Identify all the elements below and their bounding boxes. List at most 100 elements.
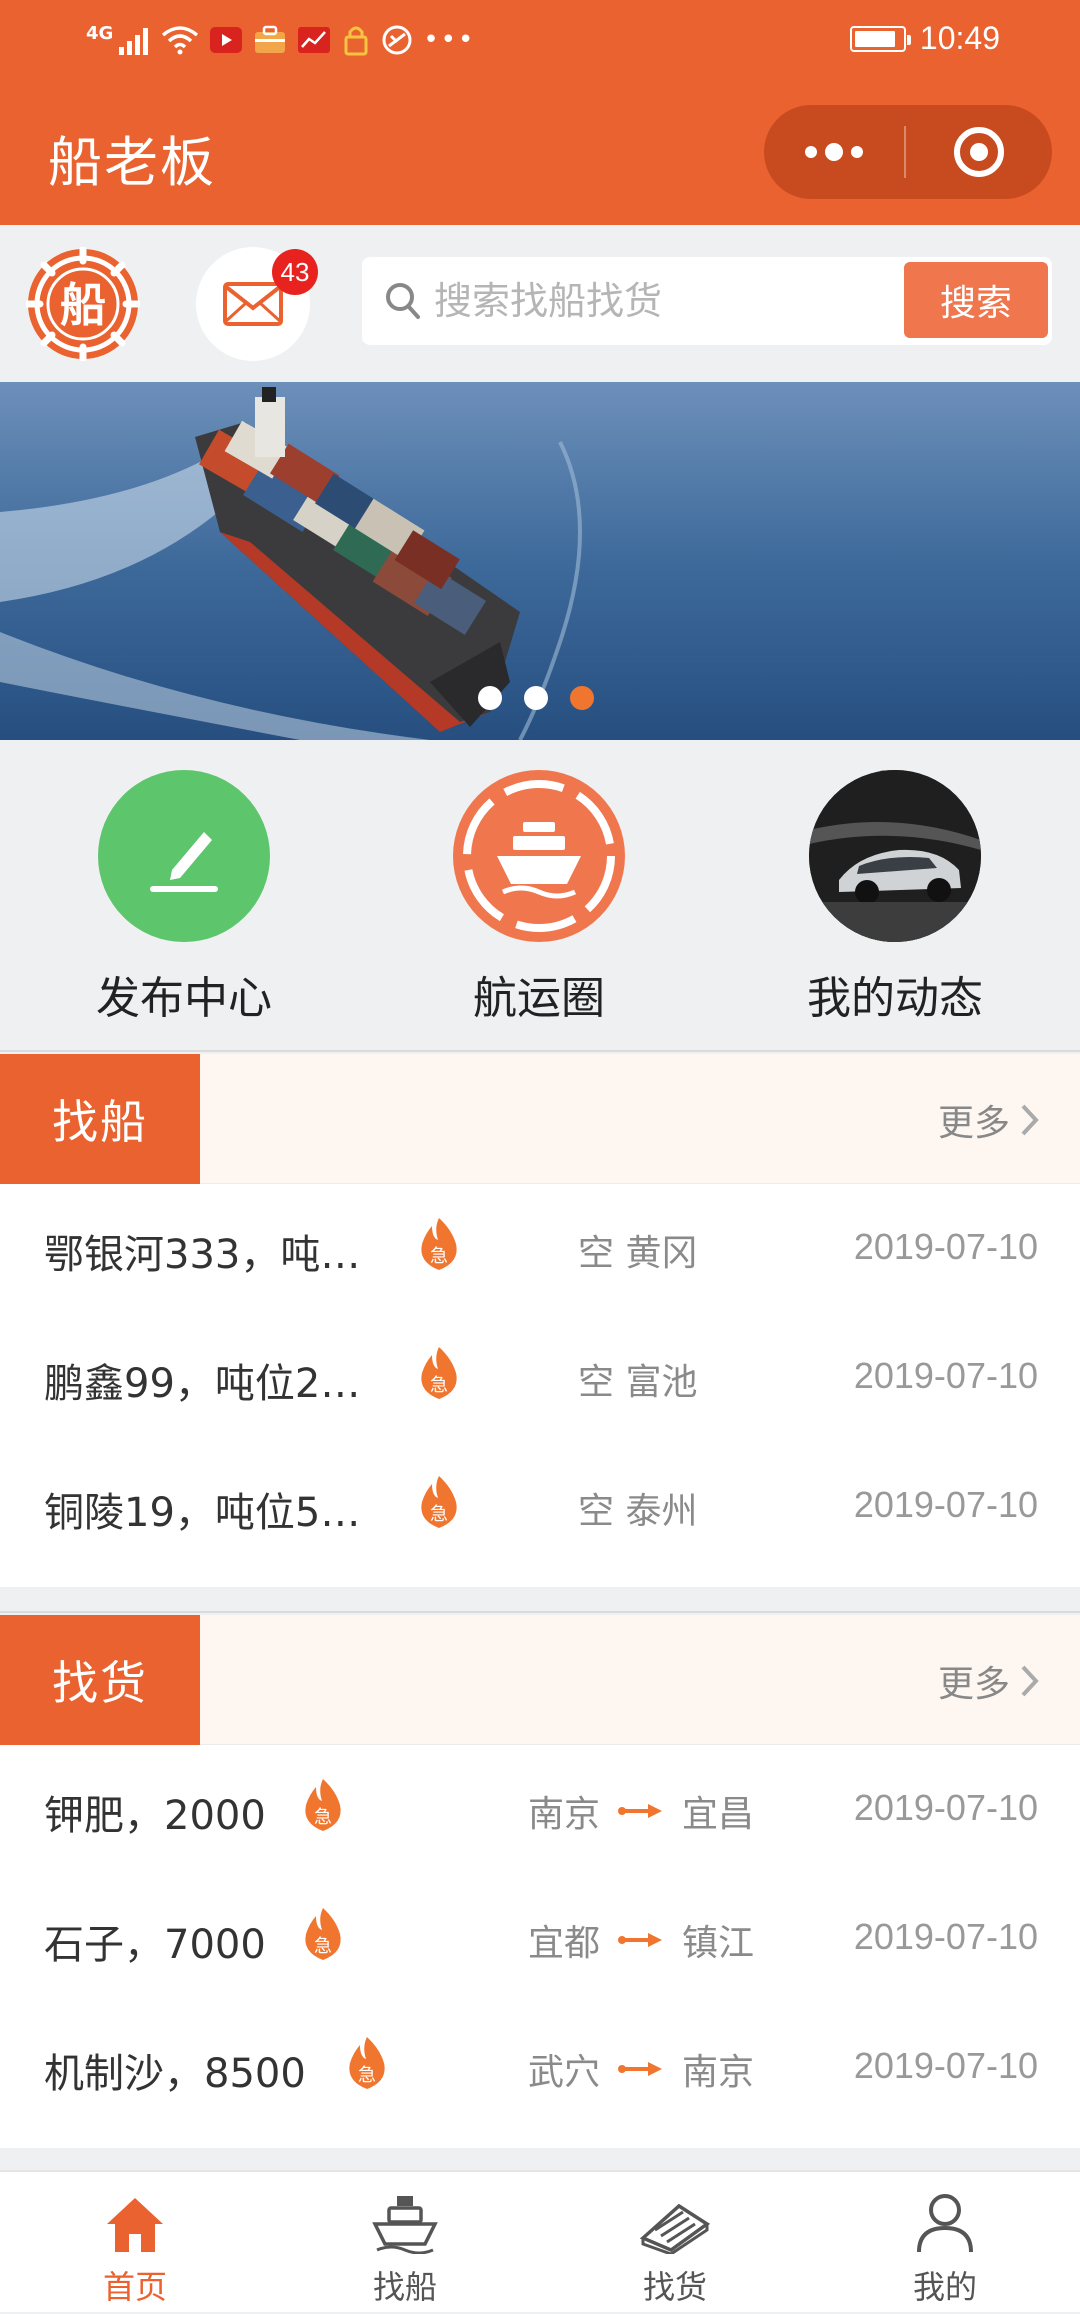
search-button[interactable]: 搜索	[904, 262, 1048, 338]
find-cargo-more-link[interactable]: 更多	[938, 1655, 1040, 1707]
shipping-circle-button[interactable]: 航运圈	[389, 770, 689, 1026]
ship-title: 铜陵19，吨位5…	[44, 1490, 361, 1536]
urgent-label: 急	[314, 1936, 332, 1957]
wifi-icon	[161, 25, 199, 55]
lock-icon	[341, 24, 371, 56]
ship-date: 2019-07-10	[853, 1484, 1038, 1525]
carousel-dot[interactable]	[478, 686, 502, 710]
find-cargo-section: 找货 更多 钾肥，2000 急 南京 宜昌 2019-07-10 石子，7000…	[0, 1615, 1080, 2148]
close-miniprogram-button[interactable]	[906, 105, 1052, 199]
battery-icon	[849, 25, 911, 52]
ship-port: 泰州	[625, 1491, 698, 1532]
tab-home[interactable]: 首页	[35, 2172, 235, 2314]
ship-date: 2019-07-10	[853, 1226, 1038, 1267]
cargo-date: 2019-07-10	[853, 1787, 1038, 1828]
more-menu-button[interactable]	[764, 105, 904, 199]
sync-icon	[381, 24, 413, 56]
publish-center-button[interactable]: 发布中心	[34, 770, 334, 1026]
messages-button[interactable]: 43	[196, 247, 318, 361]
status-bar: 4G ••• 10:49	[0, 0, 1080, 80]
urgent-fire-icon: 急	[300, 1777, 346, 1837]
urgent-fire-icon: 急	[416, 1216, 462, 1276]
ship-title: 鄂银河333，吨…	[44, 1232, 361, 1278]
logo-text: 船	[60, 278, 106, 332]
search-bar: 搜索	[362, 257, 1052, 345]
my-activity-button[interactable]: 我的动态	[745, 770, 1045, 1026]
arrow-right-icon	[618, 1804, 663, 1818]
app-logo[interactable]: 船	[24, 245, 142, 363]
stock-app-icon	[297, 25, 331, 55]
home-icon	[35, 2172, 235, 2254]
route-to: 镇江	[682, 1923, 755, 1964]
more-label: 更多	[937, 1103, 1010, 1144]
urgent-label: 急	[430, 1375, 448, 1396]
unread-badge: 43	[272, 249, 318, 295]
ship-location: 空 泰州	[578, 1482, 697, 1534]
tab-mine[interactable]: 我的	[845, 2172, 1045, 2314]
more-label: 更多	[937, 1664, 1010, 1705]
tab-find-ship[interactable]: 找船	[305, 2172, 505, 2314]
bottom-tab-bar: 首页 找船 找货 我的	[0, 2170, 1080, 2312]
tab-label: 找货	[642, 2268, 707, 2306]
list-item[interactable]: 鄂银河333，吨… 急 空 黄冈 2019-07-10	[0, 1184, 1080, 1313]
cargo-date: 2019-07-10	[853, 1916, 1038, 1957]
ship-tab-icon	[305, 2172, 505, 2254]
carousel-indicator	[478, 686, 594, 710]
clock: 10:49	[919, 20, 1000, 56]
find-ship-more-link[interactable]: 更多	[938, 1094, 1040, 1146]
tab-find-cargo[interactable]: 找货	[575, 2172, 775, 2314]
section-gap	[0, 1587, 1080, 1613]
mail-icon	[223, 282, 283, 326]
cargo-title: 石子，7000	[44, 1922, 266, 1968]
route-to: 南京	[682, 2052, 755, 2093]
status-right: 10:49	[849, 20, 1000, 57]
arrow-right-icon	[618, 2062, 663, 2076]
person-icon	[845, 2172, 1045, 2254]
miniprogram-capsule	[764, 105, 1052, 199]
carousel-dot-active[interactable]	[570, 686, 594, 710]
urgent-label: 急	[314, 1807, 332, 1828]
section-header: 找货 更多	[0, 1615, 1080, 1745]
find-ship-section: 找船 更多 鄂银河333，吨… 急 空 黄冈 2019-07-10 鹏鑫99，吨…	[0, 1054, 1080, 1587]
tab-label: 首页	[102, 2268, 167, 2306]
cargo-route: 宜都 镇江	[528, 1914, 754, 1966]
ship-port: 黄冈	[625, 1233, 698, 1274]
tab-label: 找船	[372, 2268, 437, 2306]
list-item[interactable]: 铜陵19，吨位5… 急 空 泰州 2019-07-10	[0, 1442, 1080, 1571]
ship-icon	[453, 770, 625, 942]
list-item[interactable]: 钾肥，2000 急 南京 宜昌 2019-07-10	[0, 1745, 1080, 1874]
list-item[interactable]: 鹏鑫99，吨位2… 急 空 富池 2019-07-10	[0, 1313, 1080, 1442]
ship-port: 富池	[625, 1362, 698, 1403]
urgent-fire-icon: 急	[416, 1474, 462, 1534]
section-tag: 找货	[0, 1615, 200, 1745]
dot-icon	[825, 143, 843, 161]
route-to: 宜昌	[682, 1794, 755, 1835]
list-item[interactable]: 石子，7000 急 宜都 镇江 2019-07-10	[0, 1874, 1080, 2003]
arrow-right-icon	[618, 1933, 663, 1947]
more-status-icon: •••	[423, 25, 476, 55]
search-input[interactable]	[432, 257, 952, 345]
avatar	[809, 770, 981, 942]
page-title: 船老板	[48, 131, 216, 194]
target-icon	[954, 127, 1004, 177]
cargo-title: 机制沙，8500	[44, 2051, 306, 2097]
quick-action-label: 航运圈	[473, 973, 605, 1024]
route-from: 武穴	[528, 2052, 601, 2093]
cargo-route: 南京 宜昌	[528, 1785, 754, 1837]
list-item[interactable]: 机制沙，8500 急 武穴 南京 2019-07-10	[0, 2003, 1080, 2132]
urgent-fire-icon: 急	[300, 1906, 346, 1966]
ship-title: 鹏鑫99，吨位2…	[44, 1361, 361, 1407]
urgent-label: 急	[358, 2065, 376, 2086]
chevron-right-icon	[1021, 1104, 1039, 1136]
section-header: 找船 更多	[0, 1054, 1080, 1184]
urgent-fire-icon: 急	[344, 2035, 390, 2095]
ship-status: 空	[578, 1233, 615, 1274]
top-bar: 4G ••• 10:49 船老板	[0, 0, 1080, 225]
carousel-dot[interactable]	[524, 686, 548, 710]
route-from: 南京	[528, 1794, 601, 1835]
ship-location: 空 黄冈	[578, 1224, 697, 1276]
briefcase-icon	[253, 25, 287, 55]
cargo-icon	[575, 2172, 775, 2254]
video-app-icon	[209, 25, 243, 55]
signal-icon	[117, 25, 151, 55]
